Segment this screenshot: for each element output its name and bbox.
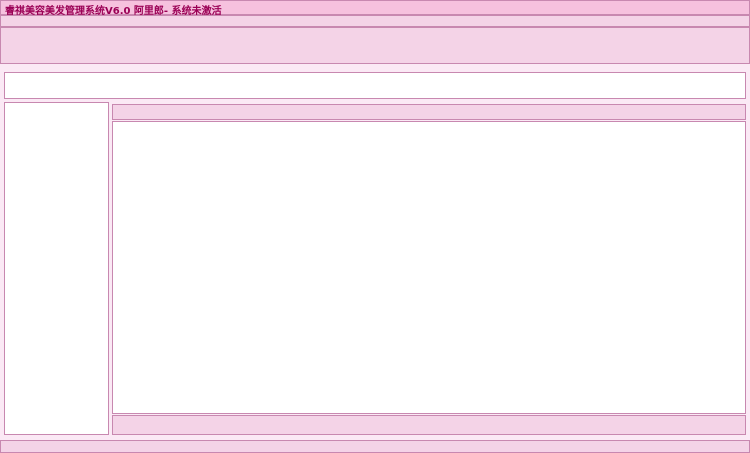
menu-bar <box>0 15 750 27</box>
title-bar: 睿祺美容美发管理系统V6.0 阿里郎- 系统未激活 <box>0 0 750 17</box>
left-panel <box>4 102 109 435</box>
status-bar <box>0 440 750 453</box>
summary-bar <box>112 415 746 435</box>
member-table <box>112 121 746 414</box>
search-panel <box>4 72 746 99</box>
action-bar <box>112 104 746 120</box>
toolbar <box>0 27 750 64</box>
